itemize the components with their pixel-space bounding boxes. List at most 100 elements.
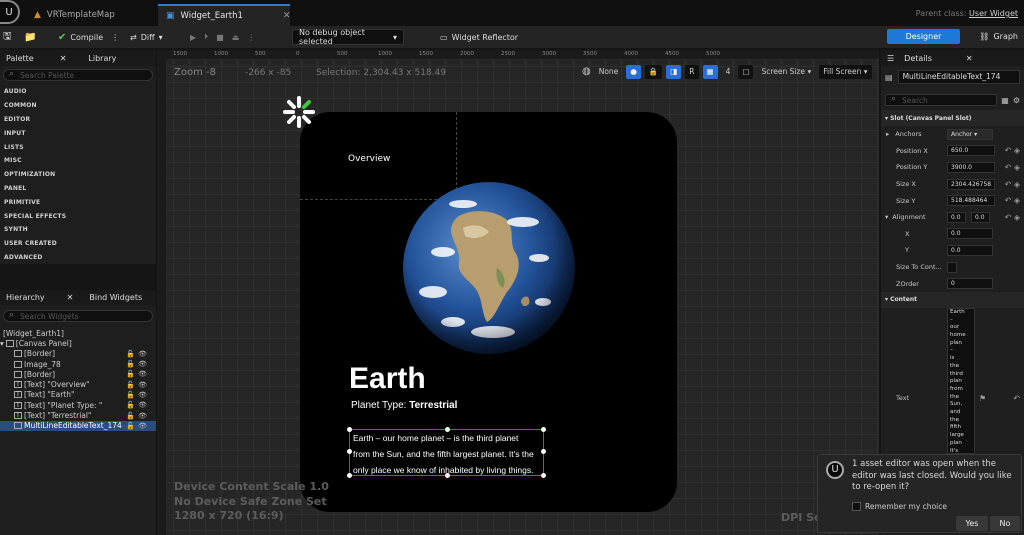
palette-category[interactable]: LISTS [0, 140, 156, 154]
eject-icon[interactable]: ⏏ [232, 33, 240, 42]
palette-category[interactable]: COMMON [0, 99, 156, 113]
resize-handle[interactable] [347, 473, 352, 478]
canvas-anchor-icon[interactable] [281, 94, 317, 130]
tab-vrtemplatemap[interactable]: ▲ VRTemplateMap [26, 4, 154, 26]
palette-category[interactable]: PRIMITIVE [0, 195, 156, 209]
hierarchy-item[interactable]: [Border] 🔓👁 [0, 349, 156, 359]
resize-handle[interactable] [445, 427, 450, 432]
position-x-field[interactable]: 650.0 [947, 145, 995, 157]
hierarchy-search-input[interactable]: Search Widgets [3, 310, 153, 322]
slot-section-header[interactable]: ▾ Slot (Canvas Panel Slot) [881, 110, 1024, 126]
flag-icon[interactable]: ⚑ [979, 394, 986, 403]
checkbox-box[interactable] [852, 502, 861, 511]
reset-icon[interactable]: ↶ ◈ [1005, 196, 1020, 205]
tab-hierarchy[interactable]: Hierarchy [6, 293, 45, 302]
hierarchy-item[interactable]: T [Text] "Terrestrial" 🔓👁 [0, 410, 156, 420]
tab-palette[interactable]: Palette [6, 54, 34, 63]
multiline-editable-text[interactable]: Earth – our home planet – is the third p… [347, 427, 546, 478]
lock-visibility-icon[interactable]: 🔓👁 [126, 350, 150, 358]
reset-icon[interactable]: ↶ ◈ [1005, 146, 1020, 155]
parent-class-link[interactable]: User Widget [969, 9, 1018, 18]
hierarchy-item[interactable]: ▾ [Canvas Panel] [0, 338, 156, 348]
none-label[interactable]: None [595, 65, 623, 79]
alignment-y-field[interactable]: 0.0 [971, 211, 990, 223]
palette-category[interactable]: INPUT [0, 126, 156, 140]
r-button[interactable]: R [685, 64, 699, 79]
reset-icon[interactable]: ↶ ◈ [1005, 213, 1020, 222]
hierarchy-item[interactable]: T [Text] "Overview" 🔓👁 [0, 379, 156, 389]
resize-handle[interactable] [347, 449, 352, 454]
step-icon[interactable]: ⏵ [204, 32, 208, 42]
lock-visibility-icon[interactable]: 🔓👁 [126, 401, 150, 409]
yes-button[interactable]: Yes [956, 516, 988, 531]
lock-icon[interactable]: 🔒 [644, 64, 663, 79]
palette-category[interactable]: AUDIO [0, 85, 156, 99]
stop-icon[interactable]: ■ [216, 33, 224, 42]
tab-details[interactable]: Details [904, 54, 932, 63]
details-search-input[interactable]: Search [885, 94, 998, 106]
lock-visibility-icon[interactable]: 🔓👁 [126, 370, 150, 378]
size-to-content-checkbox[interactable] [947, 261, 957, 273]
settings-icon[interactable]: ⚙ [1013, 96, 1020, 105]
lock-visibility-icon[interactable]: 🔓👁 [126, 360, 150, 368]
tab-library[interactable]: Library [88, 54, 116, 63]
resize-handle[interactable] [541, 427, 546, 432]
collapse-arrow-icon[interactable]: ▾ [885, 213, 888, 221]
palette-category[interactable]: USER CREATED [0, 237, 156, 251]
compile-button[interactable]: ✔ Compile ⋮ [58, 26, 119, 48]
play-icon[interactable]: ▶ [190, 33, 196, 42]
no-button[interactable]: No [990, 516, 1020, 531]
screen-size-dropdown[interactable]: Screen Size ▾ [757, 65, 815, 79]
x-field[interactable]: 0.0 [947, 228, 993, 240]
toggle-switch[interactable]: ● [626, 64, 641, 79]
resize-handle[interactable] [541, 449, 546, 454]
text-value-field[interactable]: Earth – our home plan – is the third plan from the S… [947, 307, 975, 454]
lock-visibility-icon[interactable]: 🔓👁 [126, 391, 150, 399]
position-y-field[interactable]: 3900.0 [947, 161, 995, 173]
lock-visibility-icon[interactable]: 🔓👁 [126, 381, 150, 389]
y-field[interactable]: 0.0 [947, 244, 993, 256]
globe-icon[interactable]: ◍ [582, 66, 591, 77]
palette-category[interactable]: ADVANCED [0, 251, 156, 265]
hierarchy-item[interactable]: T [Text] "Planet Type: " 🔓👁 [0, 400, 156, 410]
palette-category[interactable]: MISC [0, 154, 156, 168]
palette-category[interactable]: OPTIMIZATION [0, 168, 156, 182]
reset-icon[interactable]: ↶ ◈ [1005, 163, 1020, 172]
widget-reflector-button[interactable]: ▭ Widget Reflector [440, 26, 518, 48]
resize-handle[interactable] [541, 473, 546, 478]
alignment-x-field[interactable]: 0.0 [947, 211, 966, 223]
size-y-field[interactable]: 518.488464 [947, 195, 995, 207]
graph-button[interactable]: ⛓ Graph [979, 29, 1018, 44]
close-icon[interactable]: ✕ [966, 54, 973, 63]
close-icon[interactable]: ✕ [60, 54, 67, 63]
palette-search-input[interactable]: Search Palette [3, 69, 153, 81]
hierarchy-item[interactable]: [Widget_Earth1] [0, 328, 156, 338]
resize-handle[interactable] [347, 427, 352, 432]
browse-icon[interactable]: 📁 [24, 26, 36, 48]
grid-view-icon[interactable]: ▦ [1001, 96, 1009, 105]
unreal-logo-icon[interactable]: U [0, 0, 20, 24]
designer-button[interactable]: Designer [887, 29, 960, 44]
reset-icon[interactable]: ↶ ◈ [1005, 180, 1020, 189]
fill-screen-dropdown[interactable]: Fill Screen ▾ [819, 64, 872, 79]
palette-category[interactable]: EDITOR [0, 113, 156, 127]
close-tab-icon[interactable]: ✕ [283, 11, 291, 21]
content-section-header[interactable]: ▾ Content [881, 291, 1024, 308]
hierarchy-item[interactable]: [Border] 🔓👁 [0, 369, 156, 379]
lock-visibility-icon[interactable]: 🔓👁 [126, 412, 150, 420]
expand-arrow-icon[interactable]: ▸ [886, 130, 889, 138]
hierarchy-item[interactable]: Image_78 🔓👁 [0, 359, 156, 369]
grid-count[interactable]: 4 [722, 65, 735, 79]
lock-visibility-icon[interactable]: 🔓👁 [126, 422, 150, 430]
debug-object-select[interactable]: No debug object selected ▾ [292, 28, 404, 46]
palette-category[interactable]: SYNTH [0, 223, 156, 237]
palette-category[interactable]: SPECIAL EFFECTS [0, 209, 156, 223]
remember-choice-checkbox[interactable]: Remember my choice [852, 502, 947, 511]
tab-bind-widgets[interactable]: Bind Widgets [89, 293, 142, 302]
palette-category[interactable]: PANEL [0, 182, 156, 196]
kebab-menu-icon[interactable]: ⋮ [111, 33, 119, 42]
reset-icon[interactable]: ↶ [1013, 394, 1020, 403]
close-icon[interactable]: ✕ [67, 293, 74, 302]
hierarchy-item[interactable]: T [Text] "Earth" 🔓👁 [0, 390, 156, 400]
save-icon[interactable]: 🖫 [3, 26, 12, 48]
